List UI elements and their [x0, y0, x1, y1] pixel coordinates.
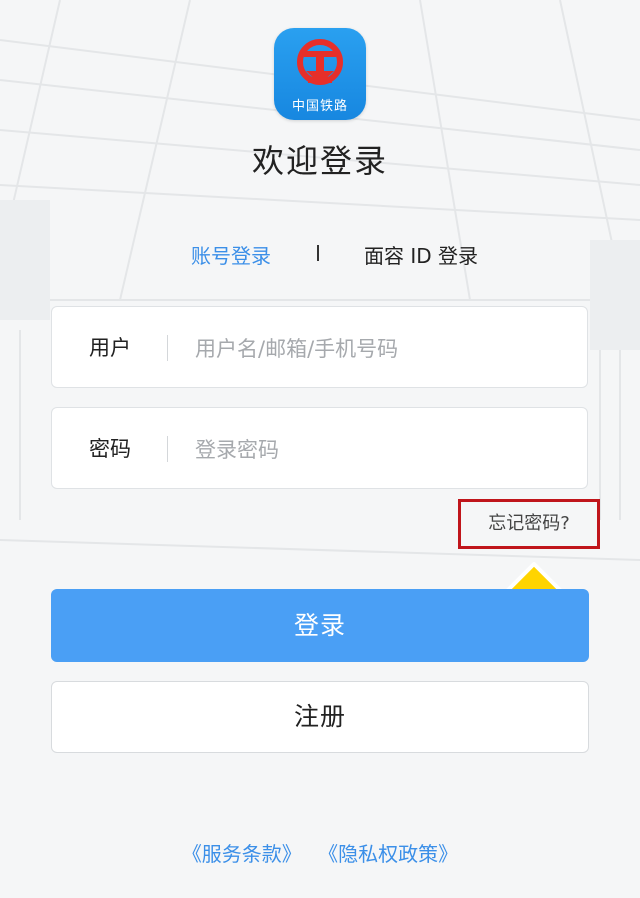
username-field: 用户	[51, 306, 588, 388]
password-input[interactable]	[193, 428, 567, 472]
logo-text: 中国铁路	[291, 99, 348, 114]
privacy-policy-link[interactable]: 《隐私权政策》	[318, 842, 458, 866]
terms-of-service-link[interactable]: 《服务条款》	[182, 842, 302, 866]
forgot-password-link[interactable]: 忘记密码?	[461, 502, 597, 546]
register-button[interactable]: 注册	[51, 681, 589, 753]
username-input[interactable]	[193, 327, 567, 371]
tab-face-id-login[interactable]: 面容 ID 登录	[364, 240, 478, 269]
page-title: 欢迎登录	[251, 142, 388, 180]
tab-account-login[interactable]: 账号登录	[191, 240, 271, 269]
field-divider	[167, 335, 168, 361]
app-logo: 中国铁路	[274, 28, 366, 120]
password-label: 密码	[89, 437, 131, 461]
forgot-password-highlight-box: 忘记密码?	[458, 499, 600, 549]
legal-links: 《服务条款》 《隐私权政策》	[0, 838, 640, 867]
field-divider	[167, 436, 168, 462]
username-label: 用户	[89, 336, 131, 360]
password-field: 密码	[51, 407, 588, 489]
tab-separator	[317, 245, 319, 261]
login-tabs: 账号登录 面容 ID 登录	[0, 240, 640, 270]
login-button[interactable]: 登录	[51, 589, 589, 662]
